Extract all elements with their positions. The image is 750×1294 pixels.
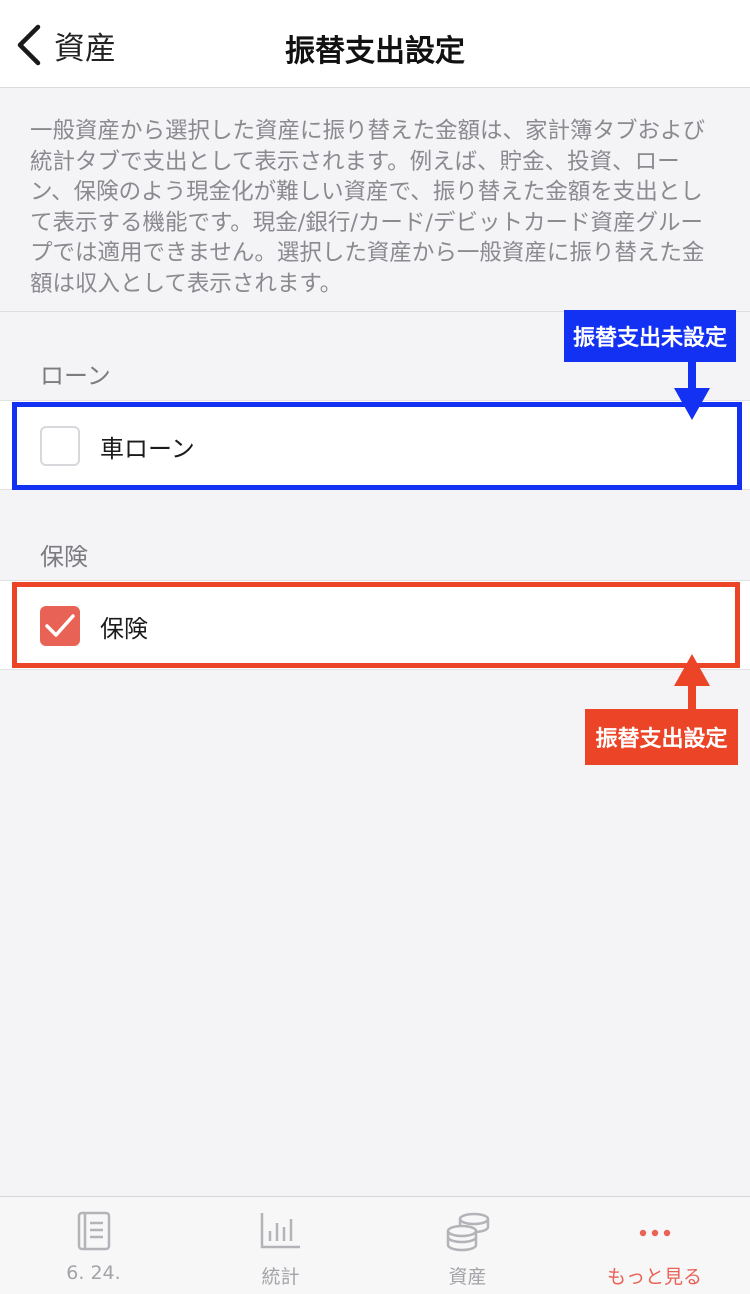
description-line: 額は収入として表示されます。 <box>30 270 343 297</box>
description-text: 一般資産から選択した資産に振り替えた金額は、家計簿タブおよび 統計タブで支出とし… <box>30 116 720 299</box>
callout-set: 振替支出設定 <box>585 709 738 765</box>
arrow-up-icon <box>674 654 710 712</box>
list-item-insurance[interactable]: 保険 <box>0 580 750 670</box>
tab-label: 統計 <box>261 1266 300 1288</box>
section-label-loan: ローン <box>40 362 111 390</box>
arrow-down-icon <box>674 360 710 420</box>
tab-bar: 6. 24. 統計 資産 もっと見る <box>0 1196 750 1294</box>
callout-unset: 振替支出未設定 <box>564 310 736 362</box>
description-line: プでは適用できません。選択した資産から一般資産に振り替えた金 <box>30 240 705 266</box>
section-label-insurance: 保険 <box>40 543 88 571</box>
tab-label: もっと見る <box>606 1266 702 1288</box>
tab-statistics[interactable]: 統計 <box>187 1197 374 1294</box>
description-line: 統計タブで支出として表示されます。例えば、貯金、投資、ロー <box>30 148 680 175</box>
checkbox-unchecked[interactable] <box>40 426 80 466</box>
tab-assets[interactable]: 資産 <box>374 1197 561 1294</box>
tab-ledger[interactable]: 6. 24. <box>0 1197 187 1294</box>
screen: 資産 振替支出設定 一般資産から選択した資産に振り替えた金額は、家計簿タブおよび… <box>0 0 750 1294</box>
more-dots-icon <box>639 1229 670 1237</box>
description-line: て表示する機能です。現金/銀行/カード/デビットカード資産グルー <box>30 209 703 236</box>
tab-more[interactable]: もっと見る <box>561 1197 748 1294</box>
description-line: ン、保険のよう現金化が難しい資産で、振り替えた金額を支出とし <box>30 179 703 205</box>
coins-icon <box>446 1212 489 1252</box>
checkmark-icon <box>45 614 75 637</box>
item-label: 車ローン <box>100 435 195 463</box>
page-title: 振替支出設定 <box>285 34 465 69</box>
nav-bar: 資産 振替支出設定 <box>0 0 750 88</box>
description-line: 一般資産から選択した資産に振り替えた金額は、家計簿タブおよび <box>30 118 706 144</box>
list-item-car-loan[interactable]: 車ローン <box>0 400 750 490</box>
item-label: 保険 <box>100 615 148 643</box>
bar-chart-icon <box>260 1213 300 1249</box>
book-icon <box>77 1211 110 1251</box>
tab-label: 6. 24. <box>66 1262 121 1284</box>
tab-label: 資産 <box>448 1266 487 1288</box>
checkbox-checked[interactable] <box>40 606 80 646</box>
